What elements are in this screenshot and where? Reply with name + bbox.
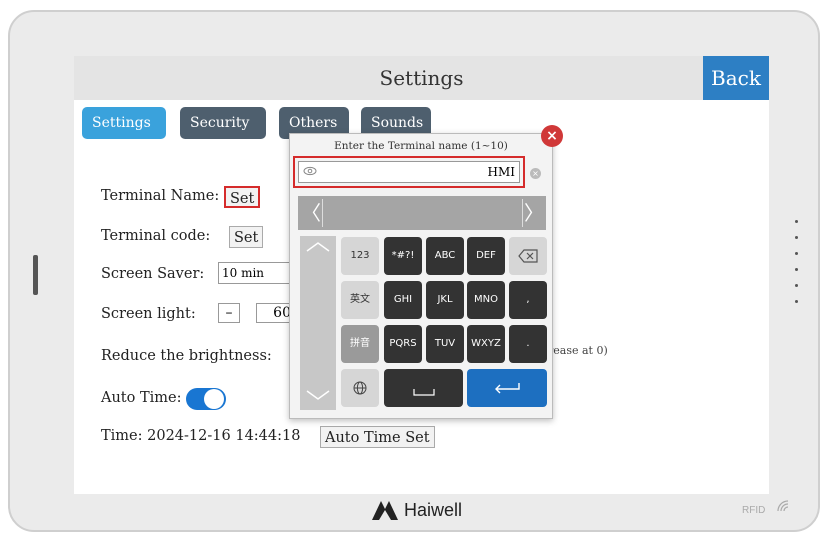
space-icon <box>412 389 435 396</box>
screen-saver-label: Screen Saver: <box>101 266 205 282</box>
key-pinyin[interactable]: 拼音 <box>341 325 379 363</box>
terminal-code-set-button[interactable]: Set <box>229 226 264 248</box>
screen-light-label: Screen light: <box>101 306 196 322</box>
screen-light-decrease-button[interactable]: – <box>218 303 240 323</box>
terminal-name-set-button[interactable]: Set <box>224 186 261 208</box>
key-def[interactable]: DEF <box>467 237 505 275</box>
key-wxyz[interactable]: WXYZ <box>467 325 505 363</box>
candidate-bar <box>298 196 546 230</box>
reduce-brightness-label: Reduce the brightness: <box>101 348 272 364</box>
auto-time-label: Auto Time: <box>101 390 182 406</box>
page-title: Settings <box>379 66 464 90</box>
key-period[interactable]: . <box>509 325 547 363</box>
reduce-brightness-hint: rease at 0) <box>548 344 608 357</box>
globe-icon <box>353 381 367 395</box>
backspace-icon <box>518 249 538 263</box>
chevron-down-icon[interactable] <box>303 388 333 402</box>
brand-name: Haiwell <box>404 499 463 520</box>
keyboard-prompt: Enter the Terminal name (1~10) <box>334 140 508 152</box>
device-side-slot <box>33 255 38 295</box>
terminal-name-input[interactable]: HMI <box>298 161 520 183</box>
terminal-name-label: Terminal Name: <box>101 188 220 204</box>
keyboard-side-column <box>300 236 336 410</box>
chevron-up-icon[interactable] <box>303 240 333 254</box>
rfid-label: RFID <box>742 505 766 516</box>
key-tuv[interactable]: TUV <box>426 325 464 363</box>
haiwell-logo-icon <box>372 501 398 520</box>
brand-logo: Haiwell <box>370 497 462 523</box>
chevron-right-icon[interactable]: 〉 <box>522 199 545 227</box>
auto-time-set-button[interactable]: Auto Time Set <box>320 426 435 448</box>
tab-settings[interactable]: Settings <box>82 107 166 139</box>
rfid-icon <box>777 500 789 512</box>
screen-saver-select[interactable]: 10 min <box>218 262 293 284</box>
time-display: Time: 2024-12-16 14:44:18 <box>101 428 301 444</box>
chevron-left-icon[interactable]: 〈 <box>300 199 323 227</box>
toggle-knob <box>204 389 224 409</box>
back-button[interactable]: Back <box>703 56 769 100</box>
device-indicator-dots <box>795 220 799 330</box>
enter-key[interactable] <box>467 369 547 407</box>
key-123[interactable]: 123 <box>341 237 379 275</box>
globe-key[interactable] <box>341 369 379 407</box>
enter-icon <box>495 383 520 394</box>
key-ghi[interactable]: GHI <box>384 281 422 319</box>
eye-icon[interactable] <box>303 164 317 178</box>
key-comma[interactable]: , <box>509 281 547 319</box>
tab-security[interactable]: Security <box>180 107 266 139</box>
key-mno[interactable]: MNO <box>467 281 505 319</box>
close-icon[interactable]: × <box>541 125 563 147</box>
backspace-key[interactable] <box>509 237 547 275</box>
space-key[interactable] <box>384 369 463 407</box>
terminal-code-label: Terminal code: <box>101 228 211 244</box>
clear-icon[interactable]: × <box>530 168 541 179</box>
key-abc[interactable]: ABC <box>426 237 464 275</box>
key-pqrs[interactable]: PQRS <box>384 325 422 363</box>
key-symbols[interactable]: *#?! <box>384 237 422 275</box>
key-english[interactable]: 英文 <box>341 281 379 319</box>
key-jkl[interactable]: JKL <box>426 281 464 319</box>
